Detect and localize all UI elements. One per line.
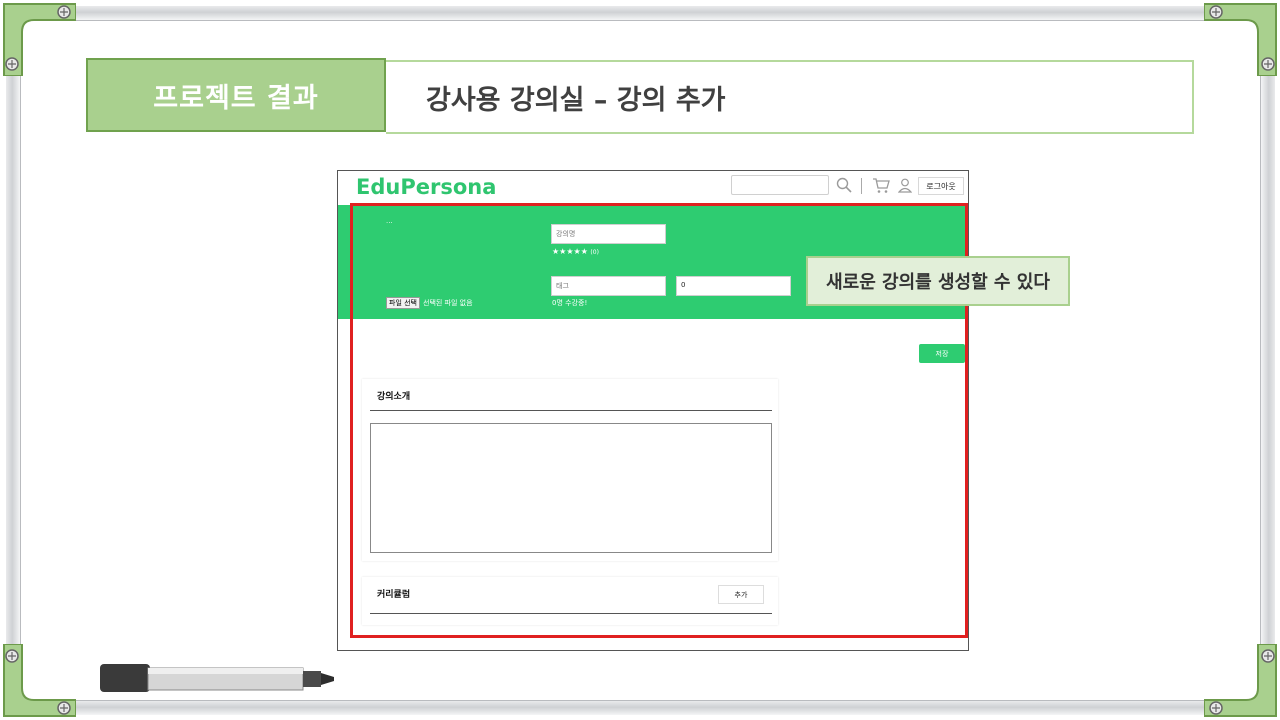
file-status: 선택된 파일 없음 bbox=[423, 299, 473, 307]
intro-textarea[interactable] bbox=[370, 423, 772, 553]
tag-input[interactable]: 태그 bbox=[551, 276, 666, 296]
intro-title: 강의소개 bbox=[377, 392, 411, 402]
brand-logo[interactable]: EduPersona bbox=[356, 175, 496, 199]
file-upload: 파일 선택 선택된 파일 없음 bbox=[386, 297, 473, 309]
app-screenshot: EduPersona 로그아웃 ... 강의명 ★★★★★ (0) 태그 0 0… bbox=[337, 170, 969, 651]
learner-count: 0명 수강중! bbox=[552, 299, 588, 307]
slide-subtitle: 강사용 강의실 – 강의 추가 bbox=[426, 84, 726, 116]
rating-stars: ★★★★★ bbox=[552, 247, 588, 256]
frame-corner-icon bbox=[0, 644, 76, 720]
whiteboard-frame-bottom bbox=[40, 700, 1240, 715]
whiteboard-frame-right bbox=[1260, 40, 1275, 680]
logout-button[interactable]: 로그아웃 bbox=[918, 177, 964, 195]
save-button[interactable]: 저장 bbox=[919, 344, 965, 363]
section-title: 프로젝트 결과 bbox=[153, 82, 319, 114]
frame-corner-icon bbox=[0, 0, 76, 76]
intro-card: 강의소개 bbox=[362, 379, 778, 561]
price-input[interactable]: 0 bbox=[676, 276, 791, 296]
callout-text: 새로운 강의를 생성할 수 있다 bbox=[826, 272, 1050, 293]
rating-count: (0) bbox=[590, 249, 599, 256]
user-icon[interactable] bbox=[898, 178, 912, 193]
course-thumbnail: ... bbox=[386, 217, 393, 225]
curriculum-divider bbox=[370, 613, 772, 614]
course-name-input[interactable]: 강의명 bbox=[551, 224, 666, 244]
search-input[interactable] bbox=[731, 175, 829, 195]
rating-display: ★★★★★ (0) bbox=[552, 247, 599, 256]
search-icon[interactable] bbox=[836, 177, 852, 193]
frame-corner-icon bbox=[1204, 0, 1280, 76]
whiteboard-frame-top bbox=[40, 6, 1240, 21]
subtitle-box: 강사용 강의실 – 강의 추가 bbox=[386, 60, 1194, 134]
curriculum-title: 커리큘럼 bbox=[377, 590, 411, 600]
section-title-box: 프로젝트 결과 bbox=[86, 58, 386, 132]
file-select-button[interactable]: 파일 선택 bbox=[386, 297, 420, 309]
marker-icon bbox=[98, 660, 338, 698]
whiteboard-frame-left bbox=[6, 40, 21, 680]
curriculum-card: 커리큘럼 추가 bbox=[362, 577, 778, 625]
callout-box: 새로운 강의를 생성할 수 있다 bbox=[806, 256, 1070, 306]
frame-corner-icon bbox=[1204, 644, 1280, 720]
cart-icon[interactable] bbox=[872, 177, 890, 194]
intro-divider bbox=[370, 410, 772, 411]
add-curriculum-button[interactable]: 추가 bbox=[718, 585, 764, 604]
header-divider bbox=[861, 178, 862, 194]
